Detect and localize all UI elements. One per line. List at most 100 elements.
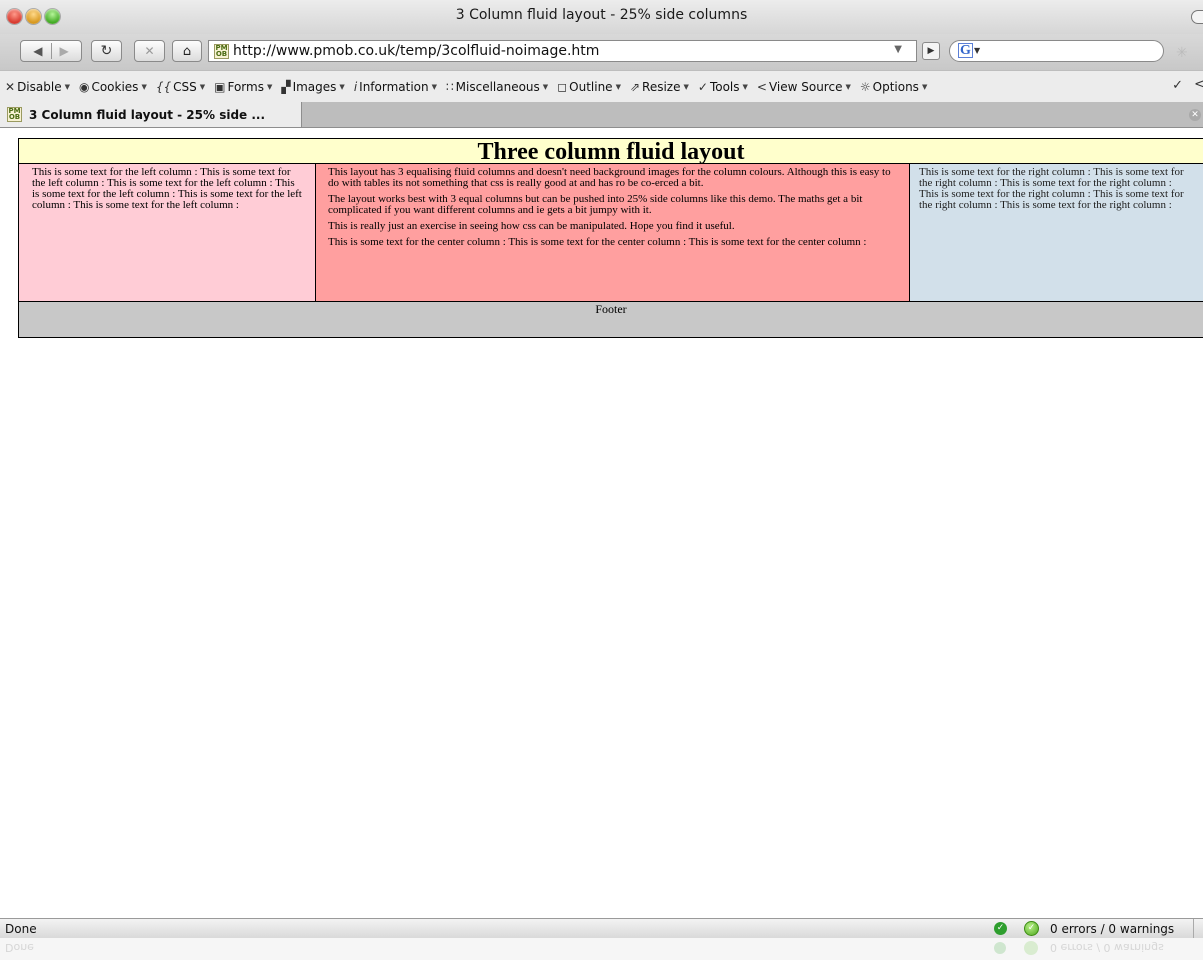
- left-column: This is some text for the left column : …: [19, 164, 316, 301]
- info-icon: i: [353, 80, 358, 94]
- navigation-toolbar: ◀ ▶ ↻ ✕ ⌂ PM OB http://www.pmob.co.uk/tem…: [0, 34, 1203, 70]
- search-engine-dropdown-icon[interactable]: ▼: [974, 46, 980, 55]
- center-paragraph: This layout has 3 equalising fluid colum…: [328, 166, 891, 189]
- reload-button[interactable]: ↻: [91, 40, 122, 62]
- outline-icon: ◻: [557, 80, 568, 94]
- chevron-down-icon: ▼: [199, 83, 206, 91]
- back-arrow-icon[interactable]: ◀: [33, 44, 42, 58]
- tab-label: 3 Column fluid layout - 25% side ...: [29, 107, 266, 122]
- validator-summary-reflection: 0 errors / 0 warnings: [1050, 941, 1164, 954]
- page-footer: Footer: [18, 301, 1203, 338]
- chevron-down-icon: ▼: [431, 83, 438, 91]
- wd-forms-menu[interactable]: ▣ Forms ▼: [214, 80, 272, 94]
- wd-miscellaneous-menu[interactable]: ∷ Miscellaneous ▼: [446, 80, 548, 94]
- wd-information-menu[interactable]: i Information ▼: [354, 80, 437, 94]
- resize-icon: ⇗: [629, 80, 641, 94]
- wd-menu-label: Miscellaneous: [455, 80, 540, 94]
- window-title: 3 Column fluid layout - 25% side columns: [455, 7, 748, 23]
- wd-menu-label: Information: [359, 80, 429, 94]
- site-favicon-icon: PM OB: [214, 43, 229, 59]
- close-tab-icon[interactable]: ✕: [1189, 109, 1201, 121]
- wd-outline-menu[interactable]: ◻ Outline ▼: [557, 80, 621, 94]
- chevron-down-icon: ▼: [339, 83, 345, 91]
- left-column-text: This is some text for the left column : …: [32, 166, 302, 211]
- chevron-down-icon: ▼: [615, 83, 621, 91]
- url-history-dropdown-icon[interactable]: ▼: [894, 44, 902, 55]
- tab-bar: PM OB 3 Column fluid layout - 25% side ..…: [0, 102, 1203, 128]
- dock-reflection: Done 0 errors / 0 warnings: [0, 938, 1203, 960]
- search-input[interactable]: G ▼: [949, 40, 1164, 62]
- divider: [1193, 919, 1194, 939]
- window-titlebar: 3 Column fluid layout - 25% side columns: [0, 0, 1203, 34]
- status-text: Done: [5, 922, 37, 936]
- css-icon: {{: [155, 80, 172, 94]
- wd-menu-label: Tools: [709, 80, 740, 94]
- wd-view-source-menu[interactable]: < View Source ▼: [757, 80, 851, 94]
- lock-icon: ▣: [214, 80, 226, 94]
- wd-images-menu[interactable]: ▞ Images ▼: [281, 80, 344, 94]
- wd-menu-label: Resize: [642, 80, 681, 94]
- activity-throbber-icon: ✳: [1176, 45, 1188, 61]
- tab-current-page[interactable]: PM OB 3 Column fluid layout - 25% side ..…: [0, 102, 302, 127]
- html-validator-icon[interactable]: ✓: [1024, 921, 1039, 936]
- stop-icon: ✕: [144, 44, 155, 58]
- grid-icon: ∷: [446, 80, 454, 94]
- wd-resize-menu[interactable]: ⇗ Resize ▼: [630, 80, 689, 94]
- divider: [50, 43, 52, 59]
- wd-cookies-menu[interactable]: ◉ Cookies ▼: [79, 80, 147, 94]
- toolbar-overflow-icon[interactable]: <: [1194, 77, 1203, 92]
- center-paragraph: This is some text for the center column …: [328, 236, 867, 248]
- image-icon: ▞: [281, 80, 291, 94]
- wd-menu-label: Options: [872, 80, 919, 94]
- reload-icon: ↻: [100, 43, 113, 59]
- wd-menu-label: View Source: [768, 80, 843, 94]
- wd-menu-label: Outline: [569, 80, 613, 94]
- ok-status-icon-reflection: [994, 942, 1006, 954]
- source-icon: <: [756, 80, 767, 94]
- back-forward-buttons[interactable]: ◀ ▶: [20, 40, 82, 62]
- chevron-down-icon: ▼: [742, 83, 748, 91]
- center-paragraph: This is really just an exercise in seein…: [328, 220, 735, 232]
- right-column: This is some text for the right column :…: [910, 164, 1203, 301]
- status-text-reflection: Done: [5, 941, 34, 954]
- center-paragraph: The layout works best with 3 equal colum…: [328, 193, 863, 216]
- home-icon: ⌂: [182, 43, 192, 59]
- wd-menu-label: CSS: [173, 80, 197, 94]
- close-icon: ✕: [5, 80, 16, 94]
- eye-icon: ◉: [78, 80, 90, 94]
- three-column-row: This is some text for the left column : …: [18, 164, 1203, 301]
- wd-disable-menu[interactable]: ✕ Disable ▼: [5, 80, 70, 94]
- status-bar: Done ✓ ✓ 0 errors / 0 warnings: [0, 918, 1203, 939]
- right-column-text: This is some text for the right column :…: [919, 166, 1184, 211]
- chevron-down-icon: ▼: [845, 83, 851, 91]
- web-developer-toolbar: ✕ Disable ▼ ◉ Cookies ▼ {{ CSS ▼ ▣ Forms ▼ ▞…: [0, 70, 1203, 104]
- gear-icon: ☼: [859, 80, 871, 94]
- forward-arrow-icon[interactable]: ▶: [60, 44, 69, 58]
- chevron-down-icon: ▼: [266, 83, 273, 91]
- wd-menu-label: Cookies: [91, 80, 139, 94]
- page-heading: Three column fluid layout: [18, 138, 1203, 165]
- validation-check-icon[interactable]: ✓: [1172, 78, 1183, 93]
- stop-button[interactable]: ✕: [134, 40, 165, 62]
- google-search-engine-icon[interactable]: G: [958, 43, 973, 58]
- url-text[interactable]: http://www.pmob.co.uk/temp/3colfluid-noi…: [233, 43, 599, 59]
- wd-options-menu[interactable]: ☼ Options ▼: [860, 80, 927, 94]
- chevron-down-icon: ▼: [683, 83, 689, 91]
- chevron-down-icon: ▼: [64, 83, 70, 91]
- toolbar-toggle-button[interactable]: [1191, 10, 1203, 24]
- wd-menu-label: Disable: [17, 80, 62, 94]
- wd-css-menu[interactable]: {{ CSS ▼: [156, 80, 205, 94]
- go-button[interactable]: ▶: [922, 42, 940, 60]
- ok-status-icon[interactable]: ✓: [994, 922, 1007, 935]
- page-content: Three column fluid layout This is some t…: [18, 138, 1203, 338]
- chevron-down-icon: ▼: [542, 83, 549, 91]
- wd-tools-menu[interactable]: ✓ Tools ▼: [698, 80, 748, 94]
- center-column: This layout has 3 equalising fluid colum…: [316, 164, 910, 301]
- url-bar[interactable]: PM OB http://www.pmob.co.uk/temp/3colflui…: [208, 40, 917, 62]
- site-favicon-icon: PM OB: [7, 107, 22, 122]
- wd-menu-label: Images: [292, 80, 337, 94]
- check-icon: ✓: [697, 80, 708, 94]
- validator-summary[interactable]: 0 errors / 0 warnings: [1050, 922, 1174, 936]
- home-button[interactable]: ⌂: [172, 40, 202, 62]
- html-validator-icon-reflection: [1024, 941, 1038, 955]
